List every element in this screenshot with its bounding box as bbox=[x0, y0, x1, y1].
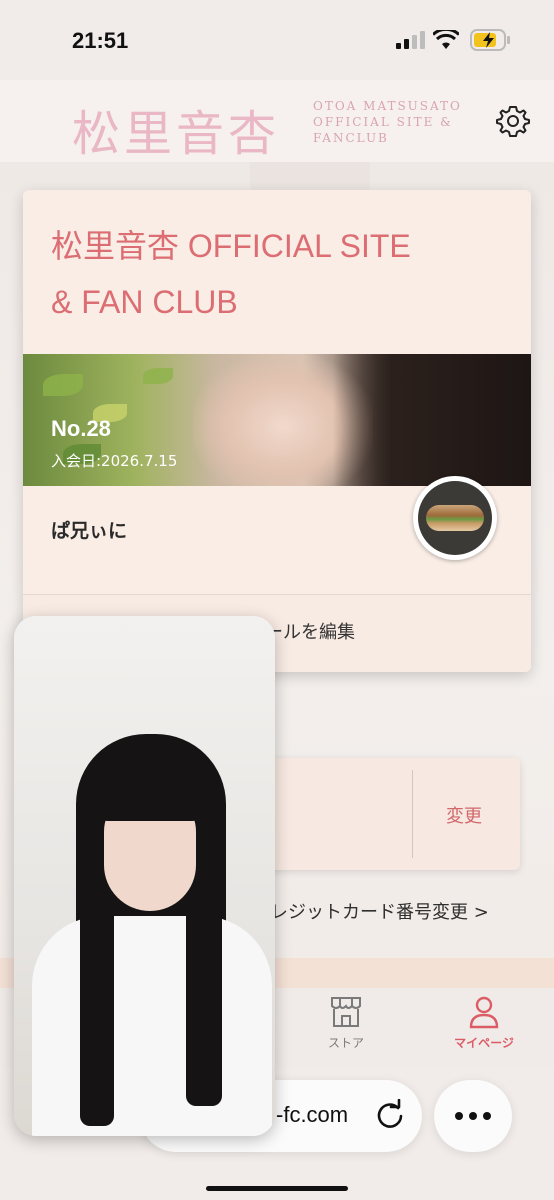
logo-en-line2: OFFICIAL SITE & bbox=[313, 115, 453, 129]
video-person-hair-right bbox=[186, 896, 222, 1106]
avatar[interactable] bbox=[413, 476, 497, 560]
logo-en-line1: OTOA MATSUSATO bbox=[313, 99, 462, 113]
card-title: 松里音杏 OFFICIAL SITE & FAN CLUB bbox=[51, 218, 511, 330]
tab-store-label: ストア bbox=[327, 1036, 364, 1050]
site-header: 松里音杏 OTOA MATSUSATO OFFICIAL SITE & FANC… bbox=[0, 80, 554, 163]
picture-in-picture-video[interactable] bbox=[14, 616, 275, 1136]
video-person-shirt bbox=[32, 916, 272, 1136]
leaf-shape bbox=[143, 368, 173, 384]
credit-card-change-link[interactable]: レジットカード番号変更 > bbox=[270, 898, 489, 924]
change-button[interactable]: 変更 bbox=[446, 802, 482, 828]
site-logo-subtitle: OTOA MATSUSATO OFFICIAL SITE & FANCLUB bbox=[313, 98, 493, 146]
tab-store[interactable]: ストア bbox=[296, 988, 396, 1058]
status-bar: 21:51 bbox=[0, 0, 554, 80]
video-person-bangs bbox=[98, 766, 202, 821]
logo-en-line3: FANCLUB bbox=[313, 131, 389, 145]
avatar-photo bbox=[418, 481, 492, 555]
reload-icon[interactable] bbox=[374, 1099, 406, 1131]
plan-card: 変更 bbox=[264, 758, 520, 870]
membership-card: 松里音杏 OFFICIAL SITE & FAN CLUB No.28 入会日:… bbox=[23, 190, 531, 672]
wifi-icon bbox=[433, 30, 459, 49]
home-indicator bbox=[206, 1186, 348, 1191]
tab-mypage-label: マイページ bbox=[454, 1036, 514, 1050]
store-icon bbox=[331, 997, 361, 1027]
card-title-line2: & FAN CLUB bbox=[51, 284, 238, 320]
member-username: ぱ兄ぃに bbox=[51, 520, 128, 542]
signal-icon bbox=[396, 31, 425, 49]
ellipsis-icon bbox=[455, 1112, 491, 1120]
member-number: No.28 bbox=[51, 416, 111, 441]
video-person-hair-left bbox=[80, 896, 114, 1126]
leaf-shape bbox=[43, 374, 83, 396]
banner-hair bbox=[333, 354, 531, 486]
join-date: 入会日:2026.7.15 bbox=[51, 452, 178, 470]
more-options-button[interactable] bbox=[434, 1080, 512, 1152]
battery-icon bbox=[470, 29, 510, 51]
status-time: 21:51 bbox=[72, 28, 129, 53]
site-logo[interactable]: 松里音杏 bbox=[72, 94, 280, 164]
card-title-line1: 松里音杏 OFFICIAL SITE bbox=[51, 228, 411, 264]
plan-divider bbox=[412, 770, 413, 858]
gear-icon[interactable] bbox=[496, 104, 530, 138]
url-text: -fc.com bbox=[276, 1102, 349, 1127]
edit-profile-label: ールを編集 bbox=[265, 622, 355, 643]
sandwich-image bbox=[426, 505, 484, 531]
person-icon bbox=[469, 996, 499, 1029]
tab-mypage[interactable]: マイページ bbox=[434, 988, 534, 1058]
